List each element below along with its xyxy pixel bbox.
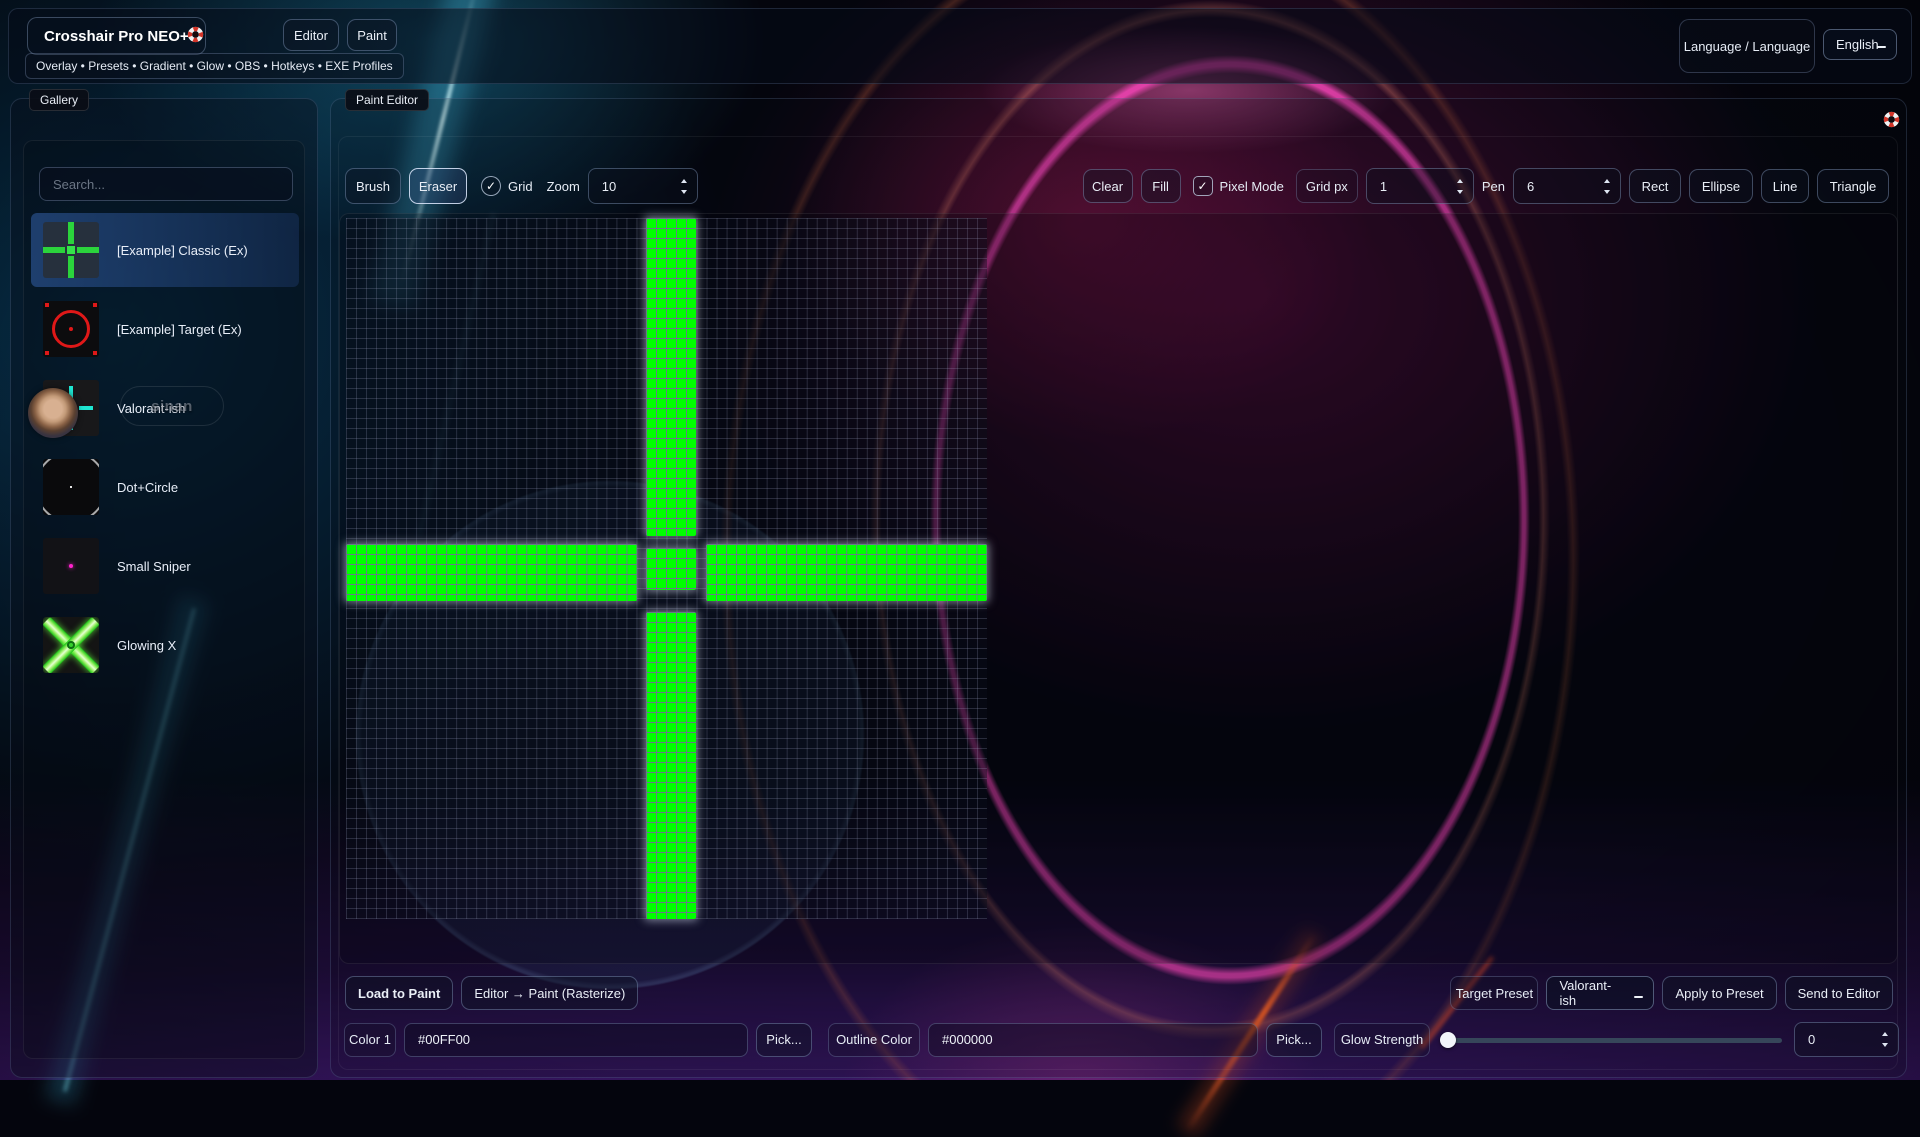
painted-pixel-block — [346, 544, 637, 601]
pixel-mode-checkbox[interactable]: ✓ — [1193, 176, 1213, 196]
nav-editor-button[interactable]: Editor — [283, 19, 339, 51]
outline-pick-button[interactable]: Pick... — [1266, 1023, 1322, 1057]
paint-toolbar-right: Clear Fill ✓ Pixel Mode Grid px 1 Pen 6 … — [1083, 167, 1889, 205]
dropdown-indicator-icon — [1877, 46, 1886, 49]
language-label-box: Language / Language — [1679, 19, 1815, 73]
dot-circle-thumbnail — [43, 459, 99, 515]
search-input[interactable] — [39, 167, 293, 201]
brush-tool-button[interactable]: Brush — [345, 168, 401, 204]
pixel-canvas[interactable] — [346, 218, 987, 919]
lifebuoy-icon — [187, 26, 204, 43]
grid-checkbox-label: Grid — [508, 179, 533, 194]
spinner-arrows-icon[interactable] — [1604, 169, 1610, 203]
gallery-item-label: [Example] Classic (Ex) — [117, 243, 248, 258]
gallery-item-label: Dot+Circle — [117, 480, 178, 495]
small-sniper-thumbnail — [43, 538, 99, 594]
avatar — [28, 388, 78, 438]
grid-px-label-box: Grid px — [1296, 169, 1358, 203]
spinner-arrows-icon[interactable] — [1882, 1023, 1888, 1056]
zoom-spinner[interactable]: 10 — [588, 168, 698, 204]
watermark-name: sinan — [151, 398, 193, 415]
rasterize-button[interactable]: Editor → Paint (Rasterize) — [461, 976, 638, 1010]
dropdown-indicator-icon — [1634, 996, 1643, 999]
glow-strength-slider[interactable] — [1438, 1023, 1786, 1057]
gallery-item-label: [Example] Target (Ex) — [117, 322, 242, 337]
tab-gallery[interactable]: Gallery — [29, 89, 89, 111]
language-value: English — [1836, 37, 1879, 52]
outline-color-input[interactable] — [928, 1023, 1258, 1057]
target-crosshair-thumbnail — [43, 301, 99, 357]
painted-pixel-block — [646, 548, 696, 590]
nav-paint-button[interactable]: Paint — [347, 19, 397, 51]
classic-crosshair-thumbnail — [43, 222, 99, 278]
gallery-item-label: Small Sniper — [117, 559, 191, 574]
tab-paint-editor[interactable]: Paint Editor — [345, 89, 429, 111]
spinner-arrows-icon[interactable] — [1457, 169, 1463, 203]
color1-pick-button[interactable]: Pick... — [756, 1023, 812, 1057]
eraser-tool-button[interactable]: Eraser — [409, 168, 467, 204]
target-preset-label: Target Preset — [1456, 986, 1533, 1001]
gallery-item-dotcircle[interactable]: Dot+Circle — [31, 450, 299, 524]
apply-to-preset-button[interactable]: Apply to Preset — [1662, 976, 1776, 1010]
color-controls-row: Color 1 Pick... Outline Color Pick... Gl… — [344, 1022, 1899, 1057]
gallery-item-label: Glowing X — [117, 638, 176, 653]
paint-actions-left: Load to Paint Editor → Paint (Rasterize) — [345, 976, 638, 1010]
clear-button[interactable]: Clear — [1083, 169, 1133, 203]
target-preset-select[interactable]: Valorant-ish — [1546, 976, 1654, 1010]
rect-shape-button[interactable]: Rect — [1629, 169, 1681, 203]
color1-label: Color 1 — [349, 1032, 391, 1047]
painted-pixel-block — [646, 612, 696, 919]
gallery-item-target[interactable]: [Example] Target (Ex) — [31, 292, 299, 366]
pen-value: 6 — [1527, 179, 1534, 194]
pixel-mode-label: Pixel Mode — [1220, 179, 1284, 194]
spinner-arrows-icon[interactable] — [681, 169, 687, 203]
gallery-item-sniper[interactable]: Small Sniper — [31, 529, 299, 603]
outline-color-label-box: Outline Color — [828, 1023, 920, 1057]
zoom-value: 10 — [602, 179, 616, 194]
canvas-container — [339, 213, 1898, 964]
paint-actions-right: Target Preset Valorant-ish Apply to Pres… — [1450, 976, 1893, 1010]
color1-input[interactable] — [404, 1023, 748, 1057]
target-preset-label-box: Target Preset — [1450, 976, 1538, 1010]
painted-pixel-block — [706, 544, 987, 601]
gallery-item-classic[interactable]: [Example] Classic (Ex) — [31, 213, 299, 287]
pen-label: Pen — [1482, 179, 1505, 194]
glow-strength-spinner[interactable]: 0 — [1794, 1022, 1899, 1057]
pen-spinner[interactable]: 6 — [1513, 168, 1621, 204]
paint-toolbar-left: Brush Eraser ✓ Grid Zoom 10 — [345, 167, 698, 205]
send-to-editor-button[interactable]: Send to Editor — [1785, 976, 1893, 1010]
grid-px-label: Grid px — [1306, 179, 1348, 194]
grid-checkbox[interactable]: ✓ — [481, 176, 501, 196]
ellipse-shape-button[interactable]: Ellipse — [1689, 169, 1753, 203]
language-select[interactable]: English — [1823, 29, 1897, 60]
app-title-box: Crosshair Pro NEO+ — [27, 17, 206, 55]
watermark-pill: sinan — [120, 386, 224, 426]
slider-handle[interactable] — [1440, 1032, 1456, 1048]
grid-px-spinner[interactable]: 1 — [1366, 168, 1474, 204]
gallery-sidebar: Gallery [Example] Classic (Ex) [Example]… — [10, 98, 318, 1078]
load-to-paint-button[interactable]: Load to Paint — [345, 976, 453, 1010]
line-shape-button[interactable]: Line — [1761, 169, 1809, 203]
zoom-label: Zoom — [547, 179, 580, 194]
grid-px-value: 1 — [1380, 179, 1387, 194]
paint-editor-panel: Paint Editor Brush Eraser ✓ Grid Zoom 10… — [330, 98, 1907, 1078]
target-preset-value: Valorant-ish — [1559, 978, 1627, 1008]
color1-label-box: Color 1 — [344, 1023, 396, 1057]
glow-strength-label: Glow Strength — [1341, 1032, 1423, 1047]
outline-color-label: Outline Color — [836, 1032, 912, 1047]
app-title: Crosshair Pro NEO+ — [44, 28, 189, 45]
lifebuoy-close-icon[interactable] — [1883, 111, 1900, 128]
app-header: Crosshair Pro NEO+ Editor Paint Overlay … — [8, 8, 1912, 84]
glow-strength-label-box: Glow Strength — [1334, 1023, 1430, 1057]
glow-strength-value: 0 — [1808, 1032, 1815, 1047]
language-label: Language / Language — [1684, 39, 1811, 54]
slider-track[interactable] — [1440, 1038, 1782, 1043]
gallery-item-glowingx[interactable]: Glowing X — [31, 608, 299, 682]
painted-pixel-block — [646, 218, 696, 536]
feature-subtitle-box: Overlay • Presets • Gradient • Glow • OB… — [25, 53, 404, 79]
glowing-x-thumbnail — [43, 617, 99, 673]
feature-subtitle: Overlay • Presets • Gradient • Glow • OB… — [36, 59, 393, 73]
triangle-shape-button[interactable]: Triangle — [1817, 169, 1889, 203]
fill-button[interactable]: Fill — [1141, 169, 1181, 203]
